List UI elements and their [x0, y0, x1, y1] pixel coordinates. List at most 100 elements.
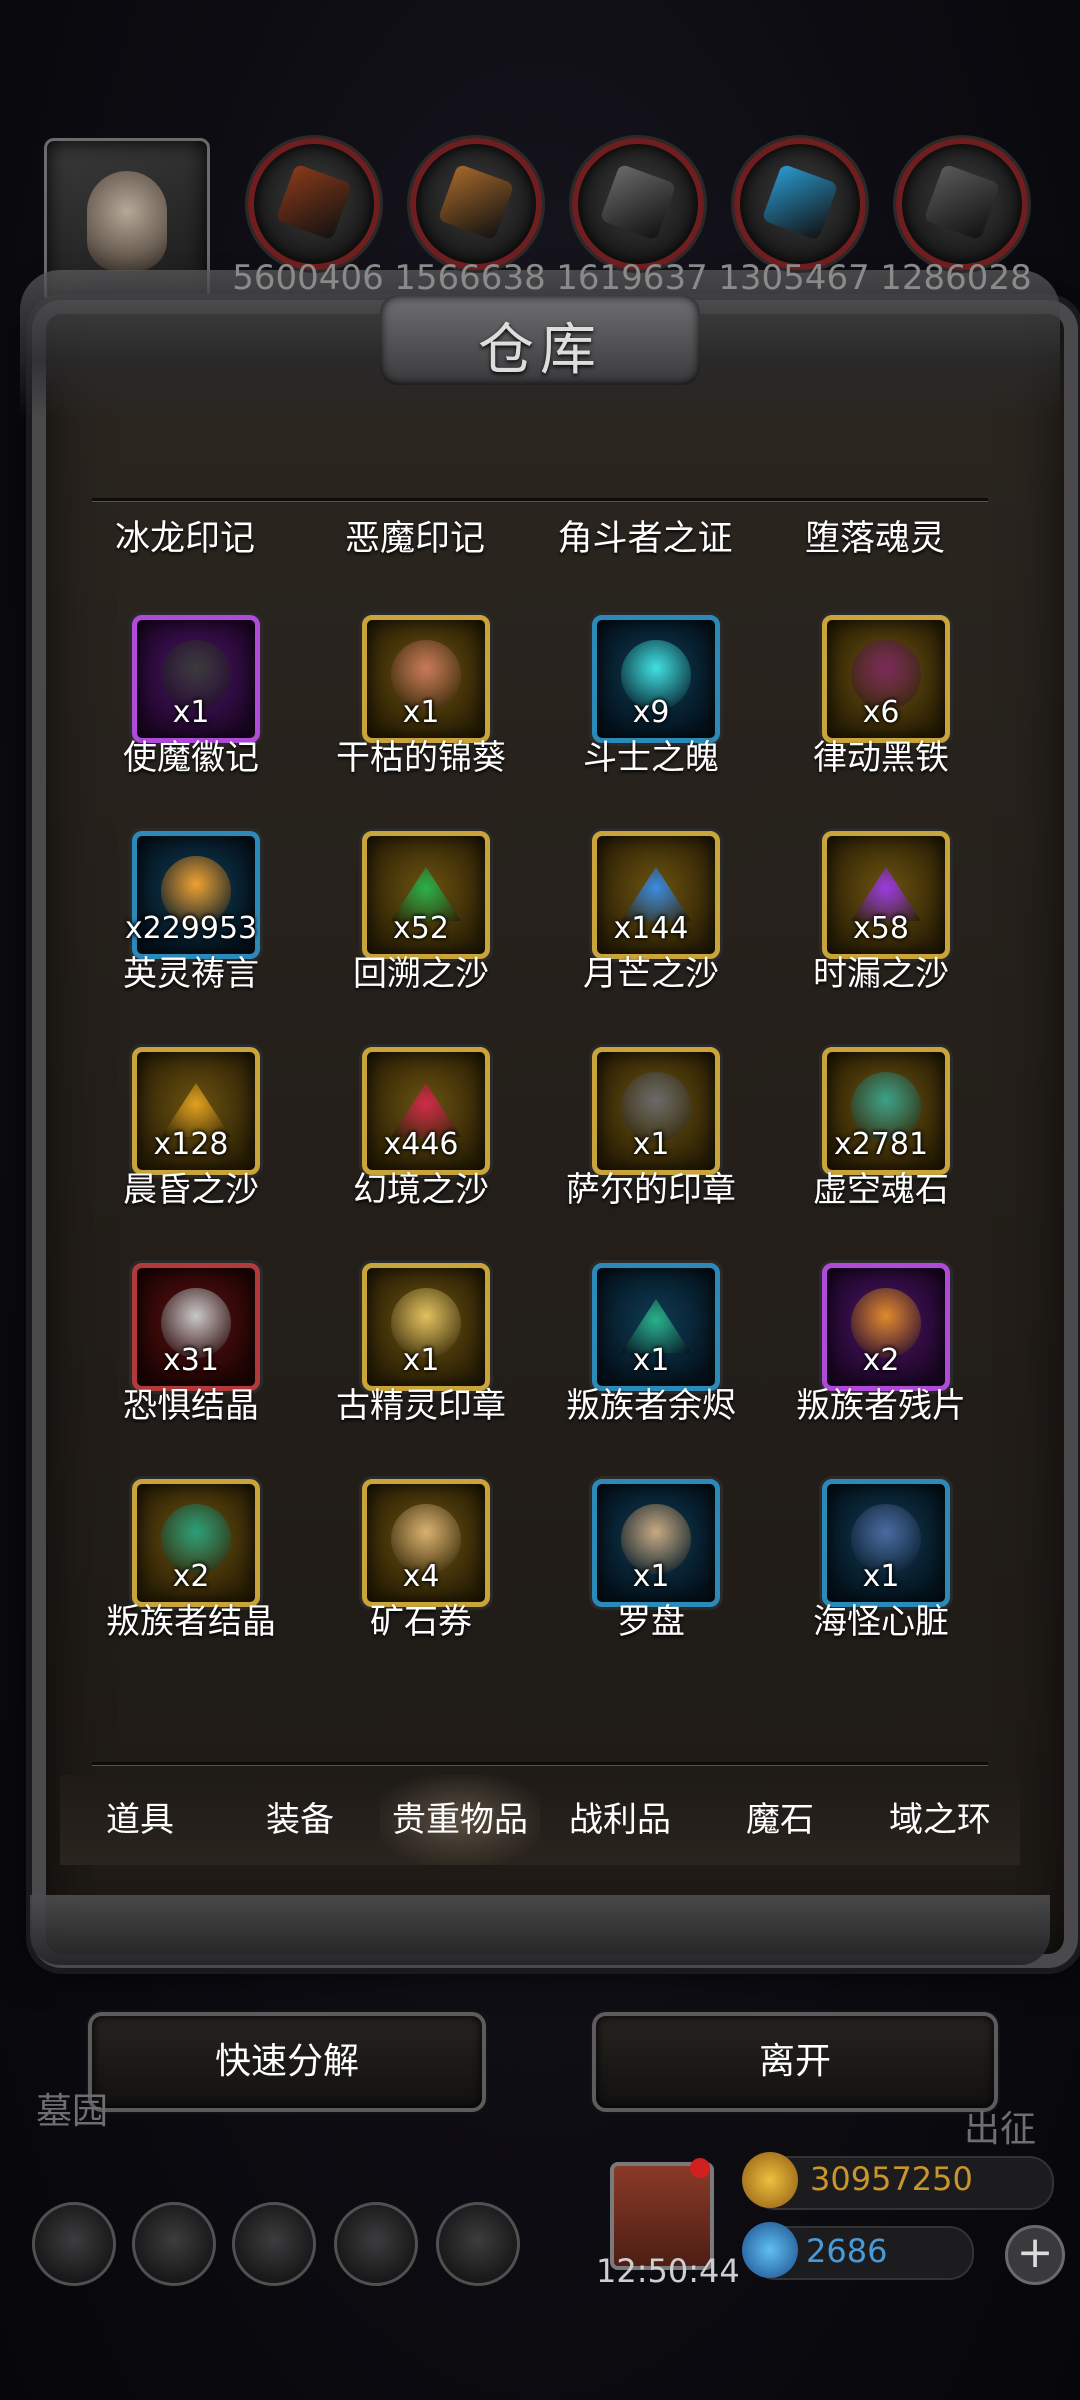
item-name: 英灵祷言 — [123, 954, 259, 994]
inventory-item[interactable]: x446 幻境之沙 — [300, 1047, 530, 1227]
add-currency-button[interactable]: + — [1005, 2225, 1065, 2285]
item-name: 矿石券 — [370, 1602, 472, 1642]
item-name: 叛族者余烬 — [566, 1386, 736, 1426]
inventory-item[interactable]: x4 矿石券 — [300, 1479, 530, 1659]
inventory-item[interactable]: x52 回溯之沙 — [300, 831, 530, 1011]
gold-amount: 30957250 — [810, 2160, 973, 2198]
expedition-label[interactable]: 出征 — [964, 2100, 1036, 2152]
inventory-item[interactable]: x128 晨昏之沙 — [70, 1047, 300, 1227]
hall-icon[interactable] — [232, 2202, 316, 2286]
item-count: x9 — [632, 695, 670, 730]
item-count: x52 — [393, 911, 449, 946]
item-count: x4 — [402, 1559, 440, 1594]
inventory-item[interactable]: x1 叛族者余烬 — [530, 1263, 760, 1443]
item-count: x2 — [172, 1559, 210, 1594]
item-name: 虚空魂石 — [813, 1170, 949, 1210]
mail-icon[interactable] — [334, 2202, 418, 2286]
panel-title: 仓库 — [478, 318, 602, 383]
crystal-icon[interactable] — [734, 138, 866, 270]
inventory-item[interactable]: x6 律动黑铁 — [760, 615, 990, 795]
item-name: 幻境之沙 — [353, 1170, 489, 1210]
item-name: 堕落魂灵 — [804, 519, 945, 559]
item-name: 罗盘 — [617, 1602, 685, 1642]
stone-icon[interactable] — [572, 138, 704, 270]
inventory-item[interactable]: x229953 英灵祷言 — [70, 831, 300, 1011]
inventory-item[interactable]: x58 时漏之沙 — [760, 831, 990, 1011]
resource-art — [599, 163, 677, 241]
item-name: 海怪心脏 — [813, 1602, 949, 1642]
tab-5[interactable]: 域之环 — [860, 1775, 1020, 1865]
item-count: x1 — [632, 1127, 670, 1162]
item-count: x2 — [862, 1343, 900, 1378]
item-count: x58 — [853, 911, 909, 946]
item-name: 时漏之沙 — [813, 954, 949, 994]
inventory-item[interactable]: x1 古精灵印章 — [300, 1263, 530, 1443]
panel-bottom-frame — [30, 1895, 1050, 1965]
wood-icon[interactable] — [410, 138, 542, 270]
tab-1[interactable]: 装备 — [220, 1775, 380, 1865]
inventory-item[interactable]: x2 叛族者结晶 — [70, 1479, 300, 1659]
item-name: 叛族者结晶 — [106, 1602, 276, 1642]
list-top-divider — [92, 498, 988, 501]
item-name: 律动黑铁 — [813, 738, 949, 778]
inventory-item[interactable]: x1 萨尔的印章 — [530, 1047, 760, 1227]
gift-timer: 12:50:44 — [596, 2252, 740, 2290]
item-count: x1 — [402, 1343, 440, 1378]
resource-amount: 1619637 — [556, 258, 708, 298]
category-tabs: 道具 装备 贵重物品 战利品 魔石 域之环 — [60, 1775, 1020, 1865]
inventory-item[interactable]: x31 恐惧结晶 — [70, 1263, 300, 1443]
graveyard-label[interactable]: 墓园 — [36, 2082, 108, 2134]
item-name: 恶魔印记 — [344, 519, 485, 559]
guild-icon[interactable] — [436, 2202, 520, 2286]
item-name: 古精灵印章 — [336, 1386, 506, 1426]
inventory-item[interactable]: x2781 虚空魂石 — [760, 1047, 990, 1227]
meat-icon[interactable] — [248, 138, 380, 270]
item-name: 叛族者残片 — [796, 1386, 966, 1426]
item-name: 冰龙印记 — [114, 519, 255, 559]
resource-amount: 1305467 — [718, 258, 870, 298]
partial-row-labels: 冰龙印记 恶魔印记 角斗者之证 堕落魂灵 — [70, 510, 1010, 561]
item-count: x446 — [383, 1127, 459, 1162]
resource-amount: 1566638 — [394, 258, 546, 298]
portrait-face — [87, 171, 167, 271]
gem-amount: 2686 — [806, 2232, 888, 2270]
item-name: 回溯之沙 — [353, 954, 489, 994]
item-count: x31 — [163, 1343, 219, 1378]
inventory-item[interactable]: x1 海怪心脏 — [760, 1479, 990, 1659]
inventory-item[interactable]: x1 使魔徽记 — [70, 615, 300, 795]
tab-4[interactable]: 魔石 — [700, 1775, 860, 1865]
item-count: x1 — [862, 1559, 900, 1594]
item-name: 干枯的锦葵 — [336, 738, 506, 778]
resource-art — [275, 163, 353, 241]
tab-3[interactable]: 战利品 — [540, 1775, 700, 1865]
inventory-item[interactable]: x144 月芒之沙 — [530, 831, 760, 1011]
quick-decompose-button[interactable]: 快速分解 — [88, 2012, 486, 2112]
resource-amount: 1286028 — [880, 258, 1032, 298]
item-count: x1 — [172, 695, 210, 730]
resource-art — [923, 163, 1001, 241]
item-name: 晨昏之沙 — [123, 1170, 259, 1210]
gold-coin-icon — [742, 2152, 798, 2208]
settings-icon[interactable] — [32, 2202, 116, 2286]
inventory-item[interactable]: x1 罗盘 — [530, 1479, 760, 1659]
item-count: x1 — [632, 1343, 670, 1378]
resource-amount: 5600406 — [232, 258, 384, 298]
inventory-item[interactable]: x2 叛族者残片 — [760, 1263, 990, 1443]
item-count: x1 — [402, 695, 440, 730]
inventory-item[interactable]: x1 干枯的锦葵 — [300, 615, 530, 795]
item-name: 角斗者之证 — [557, 519, 733, 559]
item-count: x229953 — [124, 911, 258, 946]
item-count: x128 — [153, 1127, 229, 1162]
tab-2[interactable]: 贵重物品 — [380, 1775, 540, 1865]
list-bottom-divider — [92, 1762, 988, 1765]
item-count: x2781 — [833, 1127, 929, 1162]
star-icon[interactable] — [132, 2202, 216, 2286]
leave-button[interactable]: 离开 — [592, 2012, 998, 2112]
item-name: 萨尔的印章 — [566, 1170, 736, 1210]
tab-0[interactable]: 道具 — [60, 1775, 220, 1865]
item-count: x1 — [632, 1559, 670, 1594]
item-name: 恐惧结晶 — [123, 1386, 259, 1426]
iron-icon[interactable] — [896, 138, 1028, 270]
resource-art — [437, 163, 515, 241]
inventory-item[interactable]: x9 斗士之魄 — [530, 615, 760, 795]
